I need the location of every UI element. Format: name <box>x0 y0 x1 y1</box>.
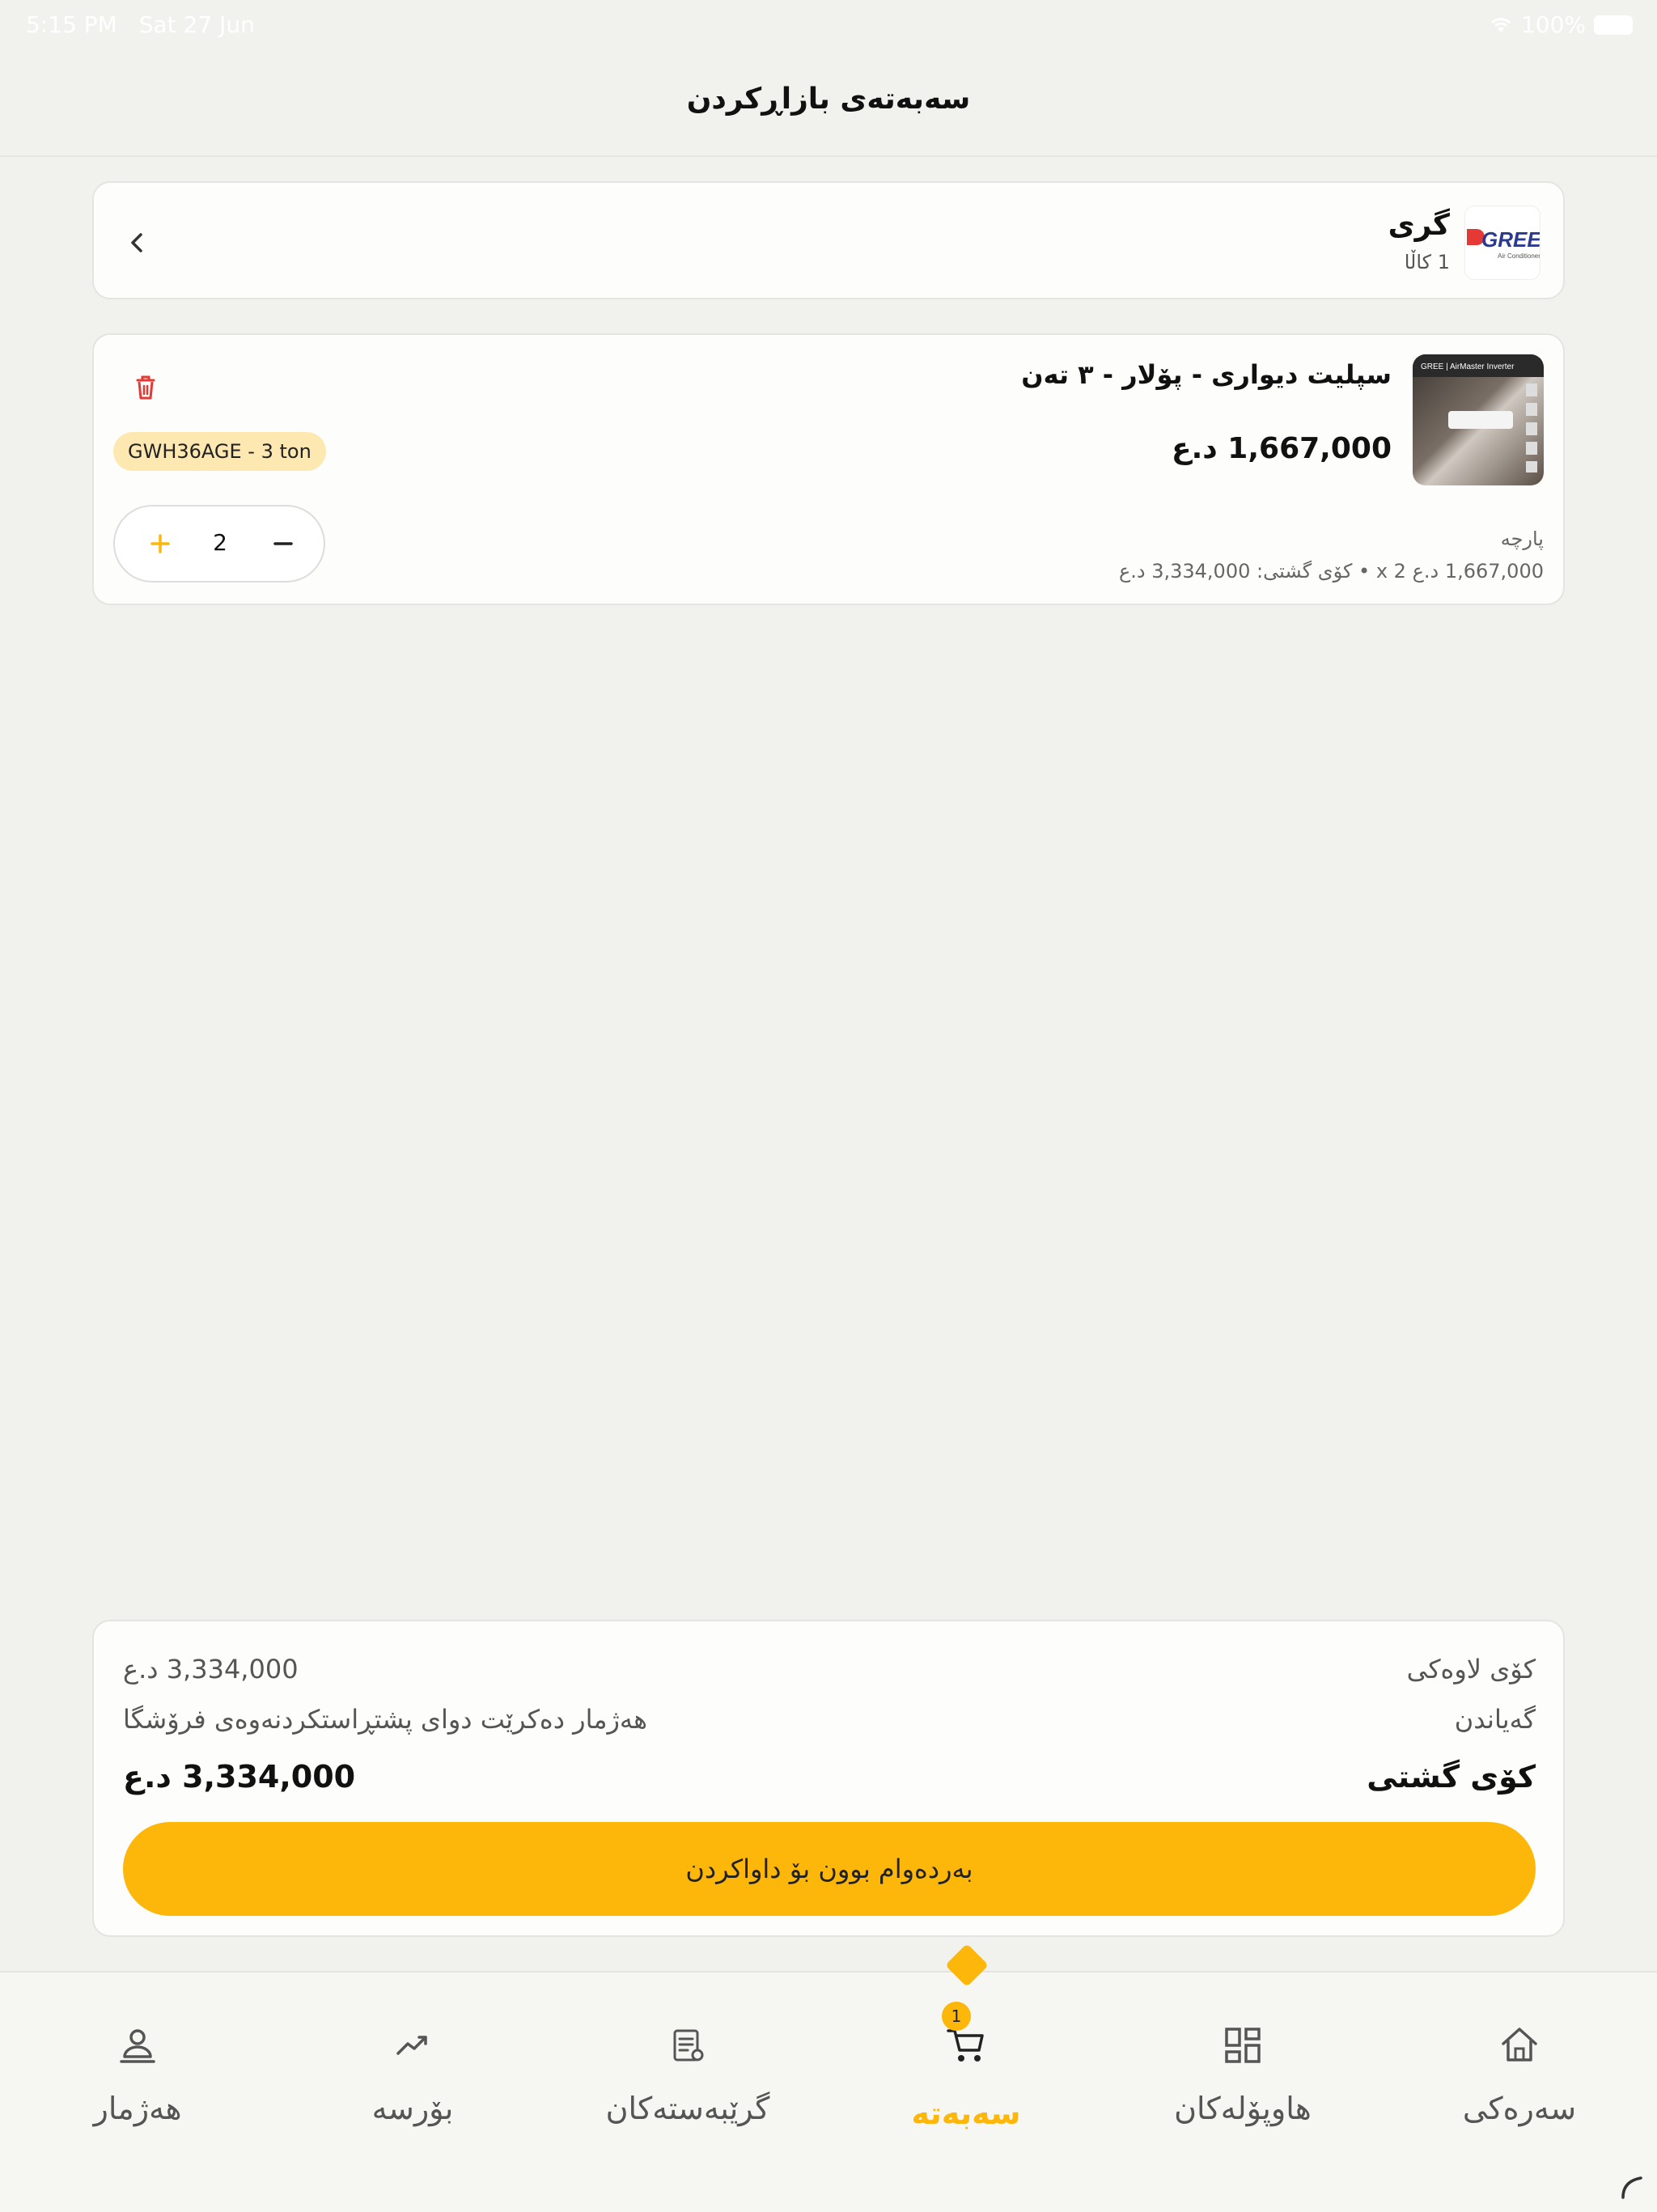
cart-badge: 1 <box>942 2002 971 2031</box>
nav-label-exchange: بۆرسە <box>371 2091 454 2126</box>
status-time: 5:15 PM <box>26 11 117 38</box>
delivery-label: گەیاندن <box>1454 1704 1536 1735</box>
total-label: کۆی گشتی <box>1367 1759 1536 1795</box>
account-icon <box>120 2029 155 2063</box>
dashboard-icon <box>1225 2028 1261 2063</box>
vendor-card[interactable]: GREE Air Conditioners گری 1 کاڵا <box>92 181 1565 299</box>
nav-label-home: سەرەکی <box>1462 2091 1577 2126</box>
subtotal-value: 3,334,000 د.ع <box>123 1654 299 1684</box>
quantity-stepper: 2 <box>113 505 325 583</box>
page-title: سەبەتەی بازاڕکردن <box>686 83 971 116</box>
product-image-text: GREE | AirMaster Inverter <box>1421 362 1515 371</box>
subtotal-label: کۆی لاوەکی <box>1406 1654 1536 1684</box>
order-summary-card: کۆی لاوەکی 3,334,000 د.ع گەیاندن هەژمار … <box>92 1620 1565 1937</box>
battery-percent: 100% <box>1520 11 1586 38</box>
nav-label-account: هەژمار <box>93 2091 182 2126</box>
vendor-item-count: 1 کاڵا <box>1404 251 1450 273</box>
battery-icon <box>1594 15 1633 35</box>
unit-label: پارچە <box>1500 528 1544 550</box>
vendor-logo: GREE Air Conditioners <box>1464 206 1540 280</box>
product-image-ac-unit <box>1448 411 1513 429</box>
wifi-icon <box>1490 17 1511 32</box>
vendor-logo-text: GREE <box>1481 227 1540 252</box>
delivery-value: هەژمار دەکرێت دوای پشتڕاستکردنەوەی فرۆشگ… <box>123 1704 647 1735</box>
product-price: 1,667,000 د.ع <box>1172 432 1392 465</box>
product-title: سپلیت دیواری - پۆلار - ٣ تەن <box>1021 359 1392 390</box>
status-right: 100% <box>1489 11 1633 38</box>
minus-icon[interactable] <box>261 521 306 566</box>
plus-icon[interactable] <box>138 521 183 566</box>
nav-item-cart[interactable]: 1 سەبەتە <box>828 1973 1104 2212</box>
product-image: GREE | AirMaster Inverter <box>1413 354 1544 485</box>
nav-label-contractors: گرێبەستەکان <box>605 2091 770 2126</box>
nav-item-exchange[interactable]: بۆرسە <box>275 1973 550 2212</box>
chevron-left-icon[interactable] <box>123 228 152 257</box>
nav-item-contractors[interactable]: گرێبەستەکان <box>550 1973 825 2212</box>
status-date: Sat 27 Jun <box>138 11 255 38</box>
nav-item-home[interactable]: سەرەکی <box>1382 1973 1657 2212</box>
product-image-banner: GREE | AirMaster Inverter <box>1413 354 1544 377</box>
line-total-calculation: 1,667,000 د.ع x 2 • کۆی گشتی: 3,334,000 … <box>1118 560 1544 583</box>
cart-item-card: GREE | AirMaster Inverter سپلیت دیواری -… <box>92 333 1565 605</box>
contract-icon <box>673 2029 704 2062</box>
trash-icon[interactable] <box>129 371 162 403</box>
nav-item-account[interactable]: هەژمار <box>0 1973 275 2212</box>
total-value: 3,334,000 د.ع <box>123 1759 356 1795</box>
status-bar: 5:15 PM Sat 27 Jun 100% <box>0 0 1657 50</box>
product-image-decoration <box>1526 383 1537 472</box>
vendor-name: گری <box>1388 209 1450 242</box>
checkout-button[interactable]: بەردەوام بوون بۆ داواکردن <box>123 1822 1536 1916</box>
nav-label-categories: هاوپۆلەکان <box>1174 2091 1312 2126</box>
trending-up-icon <box>396 2036 427 2055</box>
resize-handle-icon <box>1621 2176 1642 2199</box>
bottom-navigation: هەژمار بۆرسە گرێبەستەکان 1 سەبەتە هاوپۆل… <box>0 1943 1657 2212</box>
page-header: سەبەتەی بازاڕکردن <box>0 50 1657 157</box>
quantity-value: 2 <box>213 529 227 556</box>
vendor-logo-sub: Air Conditioners <box>1498 252 1540 260</box>
nav-label-cart: سەبەتە <box>911 2095 1021 2131</box>
nav-item-categories[interactable]: هاوپۆلەکان <box>1105 1973 1380 2212</box>
status-left: 5:15 PM Sat 27 Jun <box>26 11 269 38</box>
variant-badge: GWH36AGE - 3 ton <box>113 432 326 471</box>
home-icon <box>1502 2028 1537 2062</box>
